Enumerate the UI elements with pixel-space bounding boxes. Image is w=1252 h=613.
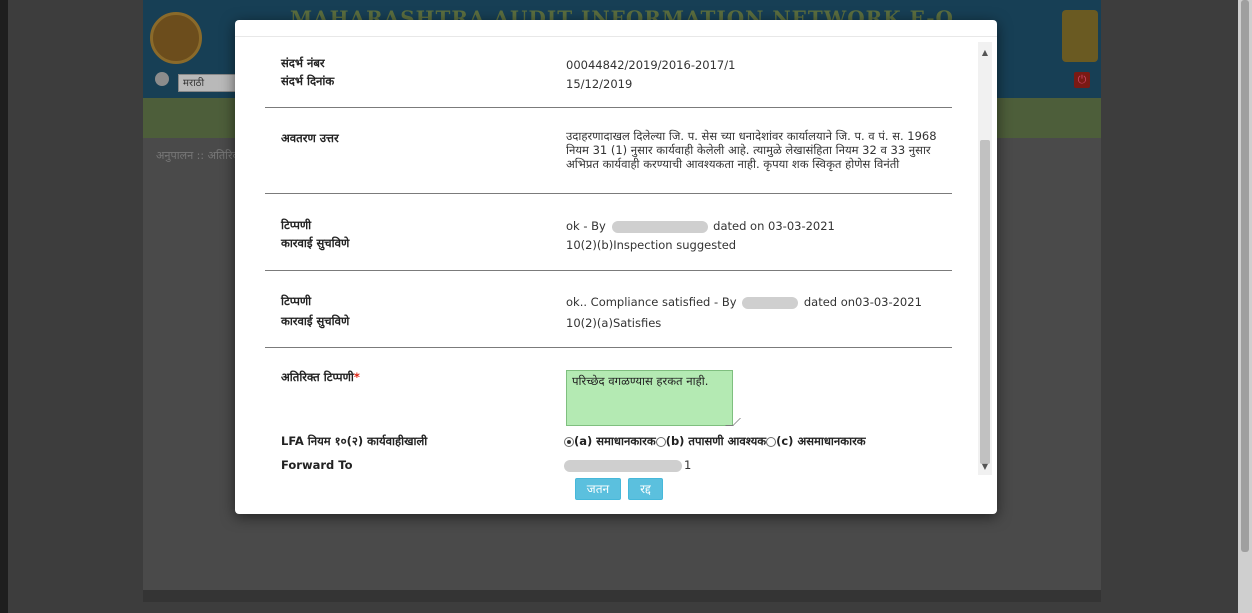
language-icon — [155, 72, 169, 86]
ref-no-label: संदर्भ नंबर — [281, 56, 325, 70]
radio-option-b-label[interactable]: (b) तपासणी आवश्यक — [666, 434, 766, 449]
divider — [265, 347, 952, 348]
additional-remark-label: अतिरिक्त टिप्पणी* — [281, 370, 360, 385]
forward-to-value-suffix: 1 — [684, 458, 692, 472]
radio-option-b[interactable] — [655, 436, 666, 447]
lfa-rule-radio-group: (a) समाधानकारक (b) तपासणी आवश्यक (c) असम… — [564, 434, 866, 449]
redacted-name — [742, 296, 799, 309]
comment-2-action-value: 10(2)(a)Satisfies — [566, 316, 662, 330]
excerpt-reply-value: उदाहरणादाखल दिलेल्या जि. प. सेस च्या धना… — [566, 129, 937, 171]
ref-date-label: संदर्भ दिनांक — [281, 74, 335, 88]
radio-option-a-label[interactable]: (a) समाधानकारक — [574, 434, 656, 449]
comment-1-action-label: कारवाई सुचविणे — [281, 236, 350, 250]
comment-1-remark-prefix: ok - By — [566, 219, 606, 233]
page-scrollbar-thumb[interactable] — [1241, 0, 1249, 552]
divider — [265, 270, 952, 271]
comment-1-remark-suffix: dated on 03-03-2021 — [713, 219, 835, 233]
divider — [265, 107, 952, 108]
horizontal-scrollbar[interactable] — [143, 590, 1101, 602]
comment-1-action-value: 10(2)(b)Inspection suggested — [566, 238, 737, 252]
required-asterisk: * — [353, 370, 360, 384]
redacted-name — [564, 459, 682, 472]
comment-1-remark-label: टिप्पणी — [281, 218, 312, 232]
modal-scrollbar-thumb[interactable] — [980, 140, 990, 464]
modal-content: संदर्भ नंबर 00044842/2019/2016-2017/1 सं… — [235, 20, 997, 495]
additional-remark-label-text: अतिरिक्त टिप्पणी — [281, 370, 354, 384]
comment-2-action-label: कारवाई सुचविणे — [281, 314, 350, 328]
forward-to-select[interactable]: 1 — [562, 458, 691, 472]
breadcrumb: अनुपालन :: अतिरिक्त — [156, 149, 245, 162]
ref-no-value: 00044842/2019/2016-2017/1 — [566, 58, 736, 72]
national-emblem-icon — [1062, 10, 1098, 62]
additional-remark-textarea[interactable]: परिच्छेद वगळण्यास हरकत नाही. — [566, 370, 733, 426]
excerpt-reply-label: अवतरण उत्तर — [281, 131, 339, 145]
redacted-name — [611, 220, 708, 233]
comment-1-remark-value: ok - By dated on 03-03-2021 — [566, 219, 835, 233]
cancel-button[interactable]: रद्द — [628, 478, 663, 500]
radio-option-c[interactable] — [766, 436, 777, 447]
compliance-modal: संदर्भ नंबर 00044842/2019/2016-2017/1 सं… — [235, 20, 997, 514]
comment-2-remark-prefix: ok.. Compliance satisfied - By — [566, 295, 737, 309]
language-select[interactable]: मराठी — [178, 74, 238, 92]
scroll-up-icon[interactable]: ▲ — [978, 46, 992, 60]
lfa-rule-label: LFA नियम १०(२) कार्यवाहीखाली — [281, 434, 428, 448]
comment-2-remark-suffix: dated on03-03-2021 — [803, 295, 922, 309]
radio-option-a[interactable] — [564, 436, 574, 447]
comment-2-remark-value: ok.. Compliance satisfied - By dated on0… — [566, 295, 922, 309]
emblem-logo-icon — [150, 12, 202, 64]
forward-to-label: Forward To — [281, 458, 353, 472]
divider — [265, 193, 952, 194]
power-icon[interactable]: ⏻ — [1074, 72, 1090, 88]
scroll-down-icon[interactable]: ▼ — [978, 460, 992, 474]
radio-option-c-label[interactable]: (c) असमाधानकारक — [776, 434, 866, 449]
ref-date-value: 15/12/2019 — [566, 77, 633, 91]
save-button[interactable]: जतन — [575, 478, 621, 500]
comment-2-remark-label: टिप्पणी — [281, 294, 312, 308]
left-edge — [0, 0, 8, 613]
modal-top-divider — [235, 36, 997, 37]
